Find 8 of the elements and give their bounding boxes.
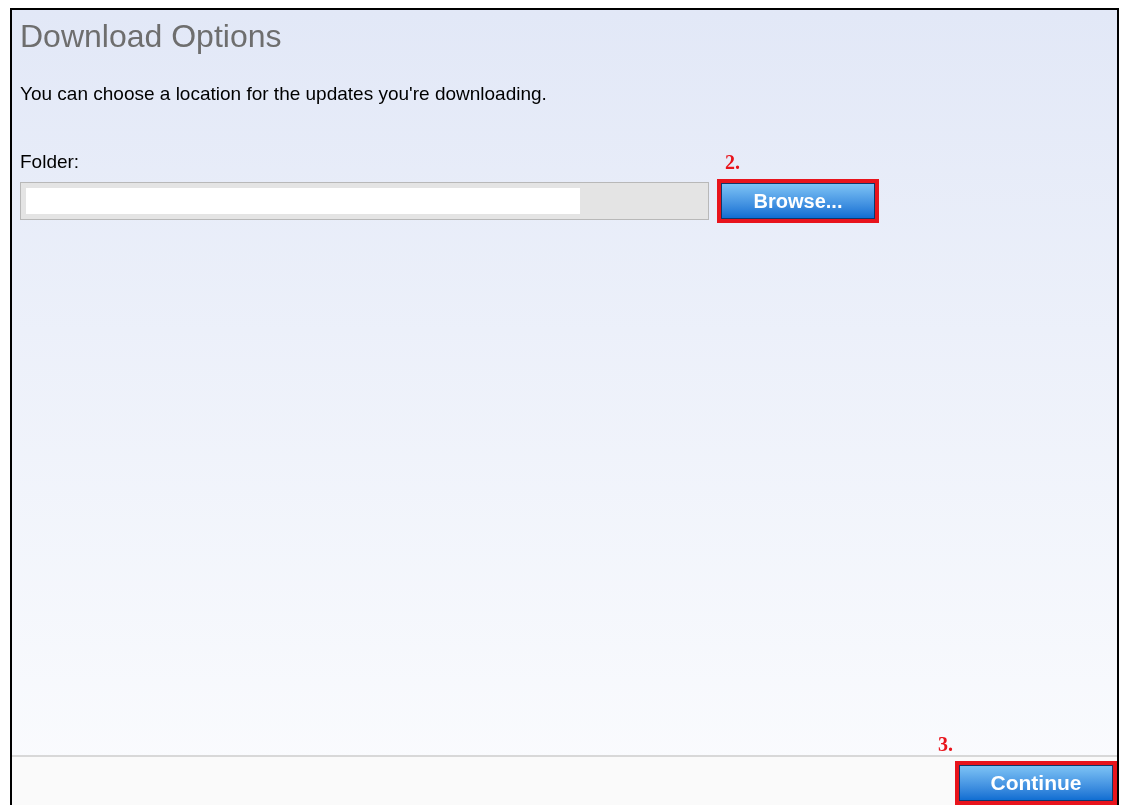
description-text: You can choose a location for the updates you're downloading. [20,82,547,106]
field-label: Folder: [20,150,80,174]
step-number: 2. [725,149,740,175]
folder-field[interactable] [20,181,709,220]
step-number: 3. [938,732,953,757]
continue-button[interactable]: Continue [959,765,1113,801]
browse-button[interactable]: Browse... [721,182,875,219]
page-title: Download Options [20,17,282,56]
